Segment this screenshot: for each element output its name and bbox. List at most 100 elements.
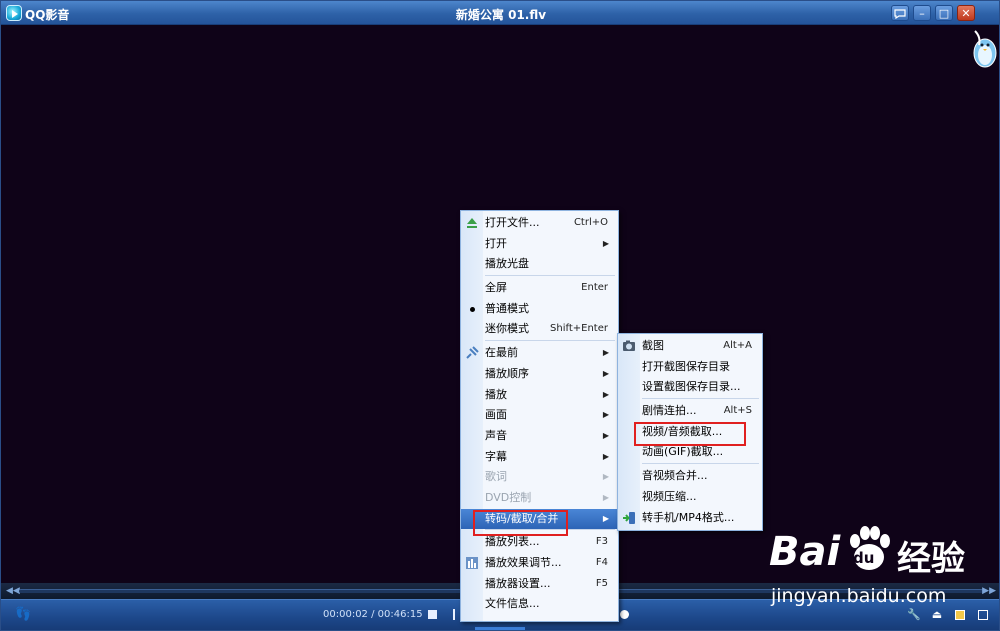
submenu-arrow-icon: ▶ — [602, 238, 609, 248]
context-menu-item-label: 歌词 — [485, 470, 507, 484]
context-menu-item[interactable]: 画面 ▶ — [461, 405, 618, 426]
radio-bullet-icon — [470, 306, 475, 312]
submenu-arrow-icon: ▶ — [602, 430, 609, 440]
context-menu-item-label: DVD控制 — [485, 490, 532, 504]
context-menu-item: DVD控制 ▶ — [461, 488, 618, 509]
context-menu-item[interactable]: 播放列表... F3 — [461, 532, 618, 553]
context-menu-item[interactable]: 全屏 Enter — [461, 278, 618, 299]
context-menu-item[interactable]: 打开 ▶ — [461, 234, 618, 255]
context-menu-item-label: 转码/截取/合并 — [485, 511, 559, 525]
context-menu-item[interactable]: 在最前 ▶ — [461, 343, 618, 364]
submenu-item-label: 音视频合并... — [642, 469, 708, 483]
context-menu-item-shortcut: Enter — [581, 282, 608, 294]
context-menu-item[interactable]: 转码/截取/合并 ▶ — [461, 508, 618, 530]
chat-bubble-icon[interactable] — [891, 5, 909, 21]
stop-icon[interactable] — [428, 610, 437, 619]
submenu-arrow-icon: ▶ — [602, 513, 609, 523]
submenu-item[interactable]: 视频/音频截取... — [618, 422, 762, 443]
volume-slider-knob[interactable] — [620, 610, 629, 619]
context-menu-item[interactable]: 播放顺序 ▶ — [461, 364, 618, 385]
context-menu-item[interactable]: 文件信息... — [461, 594, 618, 615]
context-menu-item-label: 播放器设置... — [485, 576, 551, 590]
phone-convert-icon — [622, 511, 636, 525]
context-menu-item[interactable]: 字幕 ▶ — [461, 447, 618, 468]
pin-icon — [465, 346, 479, 360]
context-menu-item-label: 打开文件... — [485, 216, 540, 229]
submenu-arrow-icon: ▶ — [602, 368, 609, 378]
submenu-item-label: 剧情连拍... — [642, 404, 697, 418]
time-display: 00:00:02 / 00:46:15 — [323, 609, 423, 620]
submenu-arrow-icon: ▶ — [602, 492, 609, 502]
context-menu-item[interactable]: 播放 ▶ — [461, 385, 618, 406]
context-menu-item-label: 播放光盘 — [485, 257, 529, 271]
context-menu-item-shortcut: F3 — [595, 536, 608, 548]
submenu-arrow-icon: ▶ — [602, 389, 609, 399]
app-logo-icon[interactable] — [6, 5, 22, 21]
context-menu: 打开文件... Ctrl+O 打开 ▶ 播放光盘全屏 Enter 普通模式迷你模式 Shift… — [460, 210, 619, 622]
previous-icon[interactable] — [453, 609, 455, 620]
transcode-submenu: 截图 Alt+A 打开截图保存目录设置截图保存目录... 剧情连拍... Alt+S 视频… — [617, 333, 763, 531]
context-menu-item-shortcut: Ctrl+O — [573, 217, 608, 228]
window-title: 新婚公寓 01.flv — [455, 8, 547, 22]
context-menu-item[interactable]: 声音 ▶ — [461, 426, 618, 447]
context-menu-item-label: 在最前 — [485, 346, 518, 360]
close-button[interactable]: ✕ — [957, 5, 975, 21]
context-menu-item-label: 播放列表... — [485, 535, 540, 549]
context-menu-item[interactable]: 播放器设置... F5 — [461, 574, 618, 595]
watermark-paw-text: du — [853, 549, 875, 567]
baidu-jingyan-watermark: Bai du 经验 jingyan.baidu.com — [769, 521, 999, 611]
context-menu-item[interactable]: 普通模式 — [461, 299, 618, 320]
total-time: 00:46:15 — [377, 609, 423, 620]
footprint-icon[interactable]: 👣 — [15, 607, 31, 622]
submenu-item[interactable]: 剧情连拍... Alt+S — [618, 401, 762, 422]
submenu-item[interactable]: 音视频合并... — [618, 466, 762, 487]
context-menu-item[interactable]: 迷你模式 Shift+Enter — [461, 319, 618, 340]
submenu-item-label: 截图 — [642, 339, 664, 352]
context-menu-item-label: 全屏 — [485, 281, 507, 295]
context-menu-item-label: 普通模式 — [485, 301, 529, 315]
submenu-arrow-icon: ▶ — [602, 451, 609, 461]
current-time: 00:00:02 — [323, 609, 368, 620]
submenu-item[interactable]: 设置截图保存目录... — [618, 377, 762, 398]
title-bar[interactable]: QQ影音 新婚公寓 01.flv – □ ✕ — [1, 1, 999, 25]
submenu-item[interactable]: 视频压缩... — [618, 487, 762, 508]
context-menu-item-label: 打开 — [485, 236, 507, 250]
context-menu-item-label: 文件信息... — [485, 597, 540, 611]
camera-icon — [622, 339, 636, 353]
context-menu-item-shortcut: F4 — [595, 557, 608, 568]
submenu-arrow-icon: ▶ — [602, 410, 609, 420]
submenu-arrow-icon: ▶ — [602, 348, 609, 358]
app-name: QQ影音 — [25, 8, 70, 22]
play-tab-indicator[interactable] — [475, 627, 525, 630]
watermark-url: jingyan.baidu.com — [771, 585, 947, 607]
minimize-button[interactable]: – — [913, 5, 931, 21]
watermark-brand-right: 经验 — [897, 539, 965, 579]
context-menu-item-label: 字幕 — [485, 449, 507, 463]
submenu-item-shortcut: Alt+S — [723, 405, 752, 417]
submenu-item[interactable]: 动画(GIF)截取... — [618, 442, 762, 463]
time-separator: / — [367, 609, 378, 620]
player-window: QQ影音 新婚公寓 01.flv – □ ✕ ◀◀ ▶ ▶ 👣 00:00:02 … — [0, 0, 1000, 631]
context-menu-item-label: 画面 — [485, 408, 507, 422]
context-menu-item-shortcut: F5 — [595, 577, 608, 589]
context-menu-item[interactable]: 播放效果调节... F4 — [461, 553, 618, 574]
context-menu-item[interactable]: 播放光盘 — [461, 254, 618, 275]
submenu-item[interactable]: 转手机/MP4格式... — [618, 508, 762, 529]
submenu-arrow-icon: ▶ — [602, 472, 609, 482]
submenu-item-shortcut: Alt+A — [723, 340, 752, 351]
submenu-item[interactable]: 截图 Alt+A — [618, 336, 762, 357]
maximize-button[interactable]: □ — [935, 5, 953, 21]
context-menu-item: 歌词 ▶ — [461, 467, 618, 488]
context-menu-item-shortcut: Shift+Enter — [550, 323, 608, 335]
watermark-brand-left: Bai — [769, 529, 841, 575]
context-menu-item-label: 播放效果调节... — [485, 556, 562, 569]
eject-icon — [465, 216, 479, 230]
equalizer-icon — [465, 556, 479, 570]
submenu-item[interactable]: 打开截图保存目录 — [618, 357, 762, 378]
seek-back-icon[interactable]: ◀◀ — [6, 586, 20, 596]
submenu-item-label: 设置截图保存目录... — [642, 380, 741, 394]
submenu-item-label: 动画(GIF)截取... — [642, 445, 724, 459]
context-menu-item-label: 播放 — [485, 387, 507, 401]
context-menu-item[interactable]: 打开文件... Ctrl+O — [461, 213, 618, 234]
context-menu-item-label: 声音 — [485, 428, 507, 442]
